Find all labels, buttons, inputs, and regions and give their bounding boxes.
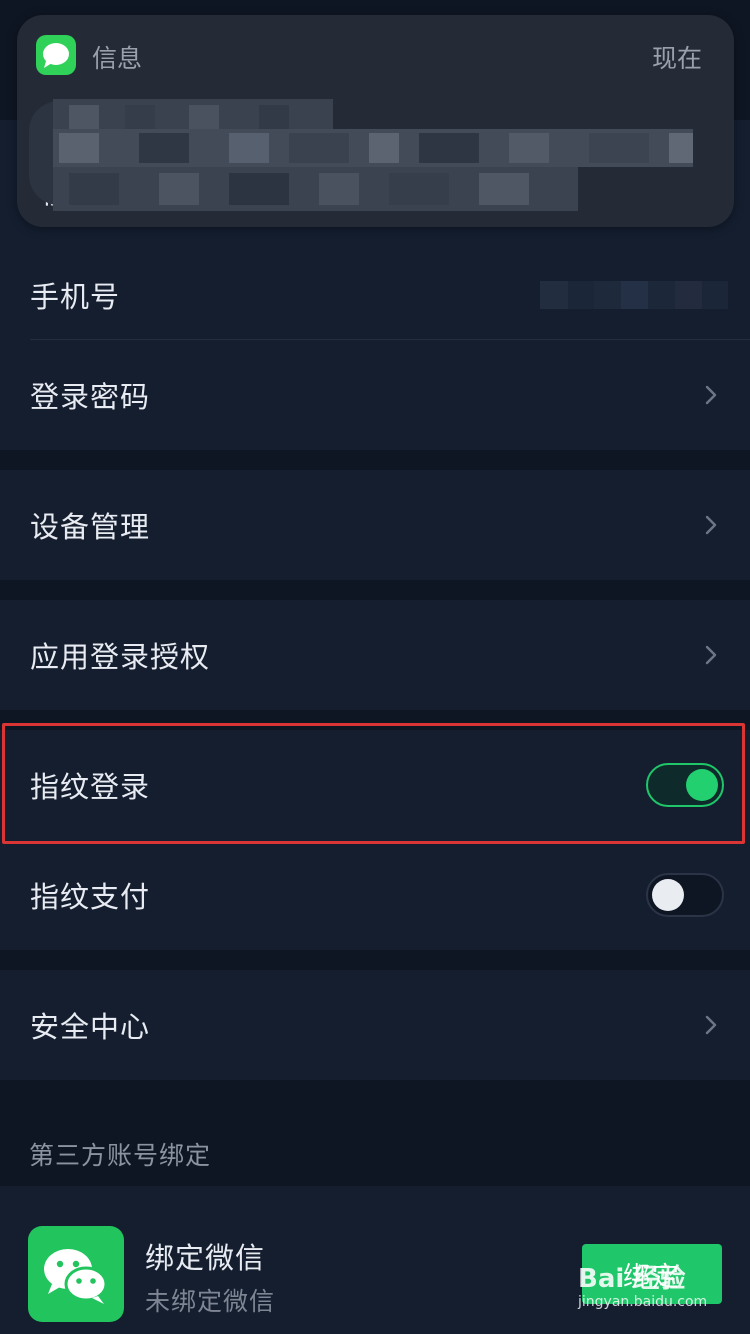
toggle-knob — [652, 879, 684, 911]
third-party-section-header: 第三方账号绑定 — [29, 1141, 212, 1170]
bind-wechat-button[interactable]: 绑定 — [582, 1244, 722, 1304]
messages-bubble-icon — [36, 35, 76, 75]
fingerprint-pay-label: 指纹支付 — [30, 880, 151, 914]
fingerprint-login-toggle[interactable] — [646, 763, 724, 807]
toggle-knob — [686, 769, 718, 801]
speech-bubble-icon — [43, 43, 69, 68]
settings-screen: 手机号 登录密码 设备管理 应用登录授权 指纹登录 指纹支付 安全中心 第三方账… — [0, 0, 750, 1334]
password-row[interactable]: 登录密码 — [0, 340, 750, 450]
password-label: 登录密码 — [30, 380, 151, 414]
chevron-right-icon — [705, 385, 717, 405]
notification-app-name: 信息 — [92, 44, 143, 73]
app-login-auth-label: 应用登录授权 — [30, 640, 211, 674]
fingerprint-login-row: 指纹登录 — [0, 730, 750, 840]
notification-content-blur — [29, 99, 693, 211]
security-section: 安全中心 — [0, 970, 750, 1080]
notification-time: 现在 — [651, 44, 702, 73]
wechat-binding-title: 绑定微信 — [145, 1241, 266, 1275]
message-notification-banner[interactable]: 信息 现在 能 — [17, 15, 734, 227]
wechat-icon — [28, 1226, 124, 1322]
security-center-row[interactable]: 安全中心 — [0, 970, 750, 1080]
fingerprint-pay-toggle[interactable] — [646, 873, 724, 917]
app-login-auth-row[interactable]: 应用登录授权 — [0, 600, 750, 710]
chevron-right-icon — [705, 1015, 717, 1035]
device-section: 设备管理 — [0, 470, 750, 580]
wechat-binding-status: 未绑定微信 — [145, 1287, 276, 1316]
phone-number-masked — [540, 281, 728, 309]
fingerprint-pay-row: 指纹支付 — [0, 840, 750, 950]
security-center-label: 安全中心 — [30, 1010, 151, 1044]
fingerprint-login-label: 指纹登录 — [30, 770, 151, 804]
device-management-label: 设备管理 — [30, 510, 151, 544]
phone-label: 手机号 — [30, 280, 121, 314]
wechat-bubbles-icon — [44, 1249, 108, 1304]
app-auth-section: 应用登录授权 — [0, 600, 750, 710]
chevron-right-icon — [705, 515, 717, 535]
phone-row[interactable]: 手机号 — [0, 240, 750, 350]
device-management-row[interactable]: 设备管理 — [0, 470, 750, 580]
chevron-right-icon — [705, 645, 717, 665]
fingerprint-section: 指纹登录 指纹支付 — [0, 730, 750, 950]
